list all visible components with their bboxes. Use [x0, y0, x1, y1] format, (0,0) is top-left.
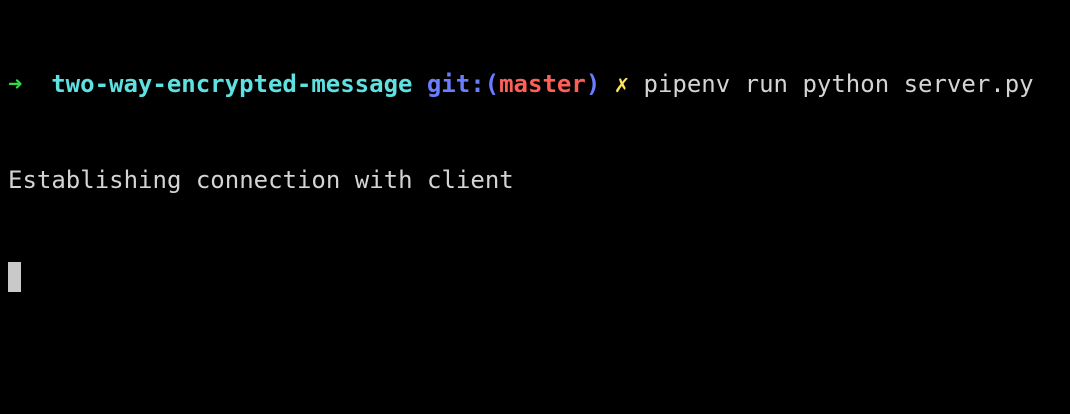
- input-line[interactable]: [8, 260, 1062, 292]
- command-text: pipenv run python server.py: [643, 70, 1034, 98]
- git-suffix: ): [585, 70, 601, 98]
- git-branch: master: [499, 70, 586, 98]
- git-prefix: git:(: [426, 70, 500, 98]
- current-directory: two-way-encrypted-message: [51, 70, 413, 98]
- output-text: Establishing connection with client: [8, 166, 514, 194]
- prompt-line: ➜ two-way-encrypted-message git:(master) ✗ p…: [8, 68, 1062, 100]
- dirty-marker-icon: ✗: [614, 70, 630, 98]
- output-line: Establishing connection with client: [8, 164, 1062, 196]
- terminal-window[interactable]: ➜ two-way-encrypted-message git:(master) ✗ p…: [0, 0, 1070, 414]
- prompt-arrow-icon: ➜: [8, 70, 23, 98]
- text-cursor[interactable]: [8, 262, 21, 292]
